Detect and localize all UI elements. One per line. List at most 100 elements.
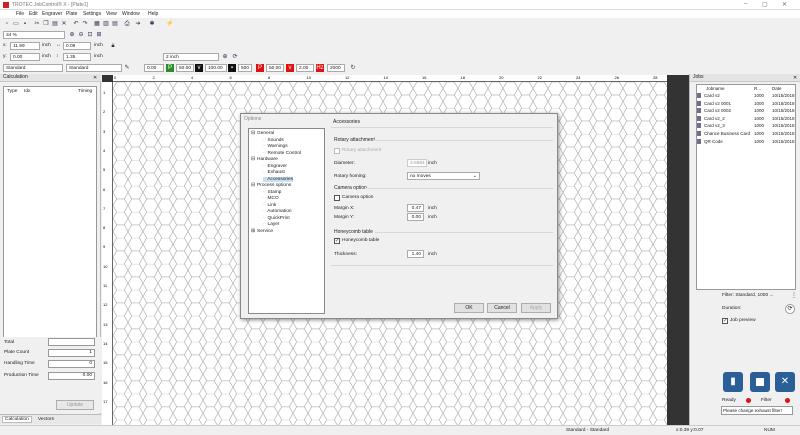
tree-item-service[interactable]: ⊞ Service	[251, 229, 273, 234]
material-profile-select-2[interactable]: Standard	[66, 64, 122, 72]
zoom-select[interactable]: 34 %	[3, 31, 65, 39]
param-3[interactable]: 100.00	[205, 64, 227, 72]
paste-icon[interactable]: ▤	[51, 20, 59, 28]
menu-file[interactable]: File	[16, 11, 24, 17]
tree-item-sounds[interactable]: ·· Sounds	[263, 138, 284, 143]
param-6[interactable]: 2.00	[296, 64, 314, 72]
new-icon[interactable]: ▫	[3, 20, 11, 28]
copy-icon[interactable]: ❐	[42, 20, 50, 28]
tree-item-link[interactable]: ·· Link	[263, 203, 276, 208]
nudge-icon[interactable]: ⊕	[221, 53, 229, 61]
filter-icon[interactable]: ⋮	[790, 292, 798, 300]
camera-option-checkbox[interactable]	[334, 195, 340, 201]
cancel-button[interactable]: Cancel	[487, 303, 517, 313]
close-button[interactable]: ✕	[782, 1, 787, 8]
collapse-icon[interactable]: ⊟	[251, 183, 255, 188]
honeycomb-table-checkbox[interactable]: ✓	[334, 238, 340, 244]
tree-item-engraver[interactable]: ·· Engraver	[263, 164, 287, 169]
collapse-icon[interactable]: ⊟	[251, 131, 255, 136]
width-input[interactable]: 0.09	[63, 42, 91, 50]
edit-material-icon[interactable]: ✎	[123, 64, 131, 72]
tree-item-accessories[interactable]: ·· Accessories	[263, 176, 294, 182]
step-select[interactable]: 2 inch	[163, 53, 219, 61]
refresh-icon[interactable]: ↻	[349, 64, 357, 72]
job-row[interactable]: Chance Business Card 1000 10/15/2018	[697, 130, 795, 137]
homing-select[interactable]: no moves ⌄	[407, 172, 480, 180]
tree-item-layer[interactable]: ·· Layer	[263, 222, 280, 227]
thickness-input[interactable]: 1.40	[407, 250, 424, 258]
save-icon[interactable]: ▪	[21, 20, 29, 28]
engraver-icon[interactable]: ▮	[723, 372, 743, 392]
close-panel-icon[interactable]: ✕	[93, 75, 97, 81]
menu-window[interactable]: Window	[122, 11, 140, 17]
material-profile-select[interactable]: Standard	[3, 64, 63, 72]
job-row[interactable]: Card v2 0002 1000 10/15/2018	[697, 107, 795, 114]
rotary-attachment-checkbox[interactable]	[334, 148, 340, 154]
tools-icon[interactable]: ✕	[775, 372, 795, 392]
menu-edit[interactable]: Edit	[29, 11, 38, 17]
open-icon[interactable]: ▭	[12, 20, 20, 28]
height-input[interactable]: 1.35	[63, 53, 91, 61]
margin-x-input[interactable]: 0.47	[407, 204, 424, 212]
diameter-input[interactable]: 3.5984	[407, 159, 427, 167]
menu-engraver[interactable]: Engraver	[42, 11, 62, 17]
collapse-icon[interactable]: ⊟	[251, 157, 255, 162]
maximize-button[interactable]: ▢	[762, 1, 768, 8]
close-jobs-icon[interactable]: ✕	[793, 75, 797, 81]
tree-item-mco[interactable]: ·· MCO	[263, 196, 279, 201]
menu-settings[interactable]: Settings	[83, 11, 101, 17]
align-icon[interactable]: ▤	[111, 20, 119, 28]
undo-icon[interactable]: ↶	[72, 20, 80, 28]
job-preview-checkbox[interactable]: ✓	[722, 318, 728, 324]
param-4[interactable]: 500	[238, 64, 252, 72]
menu-help[interactable]: Help	[148, 11, 158, 17]
zoom-page-icon[interactable]: ⊞	[95, 31, 103, 39]
tree-item-hardware[interactable]: ⊟ Hardware	[251, 157, 278, 162]
minimize-button[interactable]: –	[744, 1, 747, 7]
y-input[interactable]: 0.00	[10, 53, 40, 61]
delete-icon[interactable]: ✕	[60, 20, 68, 28]
job-row[interactable]: Card v2 0001 1000 10/15/2018	[697, 100, 795, 107]
tree-item-general[interactable]: ⊟ General	[251, 131, 274, 136]
tree-item-warnings[interactable]: ·· Warnings	[263, 144, 288, 149]
apply-button[interactable]: Apply	[521, 303, 551, 313]
print-icon[interactable]: ⎙	[123, 20, 131, 28]
tree-item-process-options[interactable]: ⊟ Process options	[251, 183, 291, 188]
lock-icon[interactable]: 🔒︎	[109, 42, 117, 50]
job-row[interactable]: Card v2_3 1000 10/15/2018	[697, 122, 795, 129]
grid-icon[interactable]: ▦	[93, 20, 101, 28]
tree-item-quickprint[interactable]: ·· QuickPrint	[263, 216, 290, 221]
arrange-icon[interactable]: ▥	[102, 20, 110, 28]
stop-icon[interactable]	[750, 372, 770, 392]
tree-item-exhaust[interactable]: ·· Exhaust	[263, 170, 285, 175]
tab-calculation[interactable]: Calculation	[2, 416, 32, 423]
tree-item-stamp[interactable]: ·· Stamp	[263, 190, 281, 195]
menu-plate[interactable]: Plate	[66, 11, 77, 17]
arrow-right-icon[interactable]: ➔	[134, 20, 142, 28]
margin-y-input[interactable]: 0.00	[407, 213, 424, 221]
redo-icon[interactable]: ↷	[81, 20, 89, 28]
param-5[interactable]: 50.00	[266, 64, 284, 72]
param-1[interactable]: 0.00	[144, 64, 164, 72]
param-2[interactable]: 50.00	[176, 64, 194, 72]
x-input[interactable]: 11.99	[10, 42, 40, 50]
nudge-rotate-icon[interactable]: ⟳	[231, 53, 239, 61]
ok-button[interactable]: OK	[454, 303, 484, 313]
duration-refresh-button[interactable]: ⟳	[785, 304, 795, 314]
expand-icon[interactable]: ⊞	[251, 229, 255, 234]
zoom-out-icon[interactable]: ⊖	[77, 31, 85, 39]
laser-icon[interactable]: ⚡	[166, 20, 174, 28]
zoom-fit-icon[interactable]: ⊡	[86, 31, 94, 39]
tab-vectors[interactable]: Vectors	[38, 417, 54, 422]
job-row[interactable]: Card v2_2 1000 10/15/2018	[697, 115, 795, 122]
tree-item-automation[interactable]: ·· Automation	[263, 209, 292, 214]
update-button[interactable]: Update	[56, 400, 94, 410]
tree-item-remote-control[interactable]: ·· Remote Control	[263, 151, 301, 156]
param-7[interactable]: 2000	[327, 64, 345, 72]
zoom-in-icon[interactable]: ⊕	[68, 31, 76, 39]
job-row[interactable]: Card v2 1000 10/15/2018	[697, 92, 795, 99]
cut-icon[interactable]: ✂	[33, 20, 41, 28]
menu-view[interactable]: View	[106, 11, 117, 17]
settings-icon[interactable]: ✱	[148, 20, 156, 28]
job-row[interactable]: QR Code 1000 10/15/2018	[697, 138, 795, 145]
